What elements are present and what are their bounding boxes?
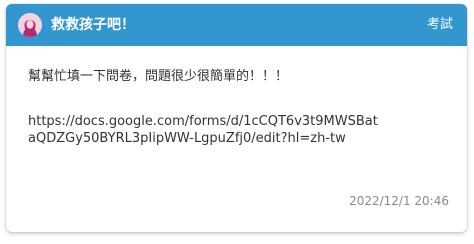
board-title[interactable]: 救救孩子吧！ [51, 15, 135, 35]
post-message: 幫幫忙填一下問卷，問題很少很簡單的！！！ [28, 69, 289, 84]
torn-edge-divider [0, 236, 474, 244]
female-profile-icon [18, 13, 42, 37]
avatar [18, 13, 42, 37]
post-timestamp: 2022/12/1 20:46 [349, 194, 449, 208]
post-card[interactable]: 救救孩子吧！ 考試 幫幫忙填一下問卷，問題很少很簡單的！！！ https://d… [6, 4, 467, 232]
category-tag[interactable]: 考試 [427, 15, 453, 35]
post-link-line-2: aQDZGy50BYRL3pIipWW-LgpuZfj0/edit?hl=zh-… [28, 131, 346, 146]
post-content: 幫幫忙填一下問卷，問題很少很簡單的！！！ https://docs.google… [28, 68, 448, 147]
post-link-line-1: https://docs.google.com/forms/d/1cCQT6v3… [28, 114, 378, 129]
post-header: 救救孩子吧！ 考試 [6, 4, 467, 46]
